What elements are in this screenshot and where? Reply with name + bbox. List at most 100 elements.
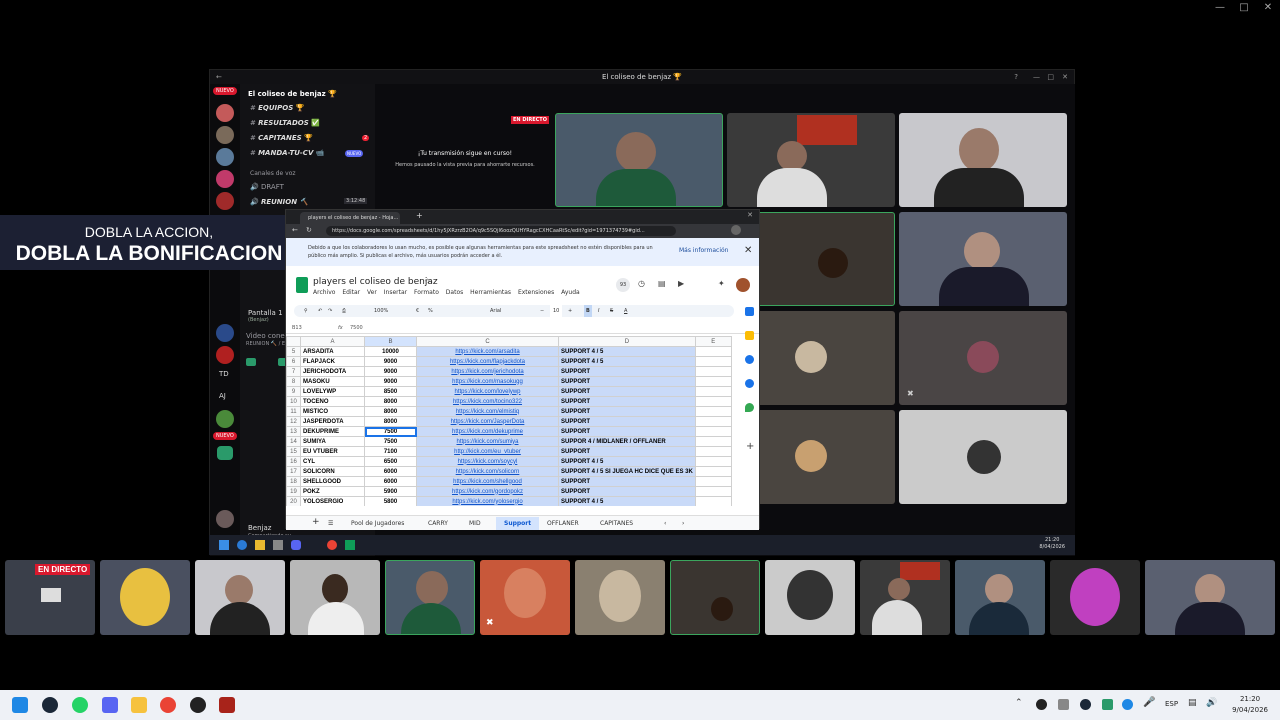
player-name-cell[interactable]: MISTICO [300,406,365,417]
bold-icon[interactable]: B [584,305,592,317]
menu-editar[interactable]: Editar [342,289,360,296]
video-tile[interactable] [899,212,1067,306]
server-icon[interactable] [216,192,234,210]
participant-tile-speaking[interactable] [385,560,475,635]
player-name-cell[interactable]: TOCENO [300,396,365,407]
column-header[interactable]: C [416,336,559,347]
all-sheets-icon[interactable]: ☰ [328,520,333,527]
server-label-td[interactable]: TD [219,370,229,378]
empty-cell[interactable] [694,486,732,497]
sheet-tab-mid[interactable]: MID [469,520,481,527]
row-number[interactable]: 9 [286,386,301,397]
kick-link-cell[interactable]: https://kick.com/jerichodota [416,366,559,377]
mmr-cell[interactable]: 7100 [364,446,417,457]
kick-link-cell[interactable]: https://kick.com/solicorn [416,466,559,477]
kick-link-cell[interactable]: https://kick.com/tocino322 [416,396,559,407]
profile-icon[interactable] [731,225,741,235]
obs-icon[interactable] [190,697,206,713]
currency-icon[interactable]: € [416,305,419,317]
close-icon[interactable]: ✕ [747,211,753,219]
video-tile[interactable] [555,113,723,207]
gemini-icon[interactable]: ✦ [718,279,725,288]
text-color-icon[interactable]: A [624,305,627,317]
empty-cell[interactable] [694,366,732,377]
channel-equipos[interactable]: # EQUIPOS 🏆 [250,104,304,112]
mmr-cell[interactable]: 7500 [364,436,417,447]
minimize-icon[interactable]: — [1033,70,1040,84]
video-tile[interactable] [899,410,1067,504]
participant-tile[interactable] [100,560,190,635]
mmr-cell[interactable]: 5900 [364,486,417,497]
row-number[interactable]: 15 [286,446,301,457]
scroll-left-icon[interactable]: ‹ [664,520,666,527]
server-icon[interactable] [216,324,234,342]
language-indicator[interactable]: ESP [1165,700,1178,708]
percent-icon[interactable]: % [428,305,433,317]
server-icon[interactable] [216,104,234,122]
column-header[interactable]: A [300,336,365,347]
role-cell[interactable]: SUPPORT [558,406,696,417]
font-size-input[interactable]: 10 [550,305,563,317]
participant-tile[interactable] [955,560,1045,635]
player-name-cell[interactable]: CYL [300,456,365,467]
empty-cell[interactable] [694,386,732,397]
menu-ver[interactable]: Ver [367,289,377,296]
role-cell[interactable]: SUPPORT 4 / 5 SI JUEGA HC DICE QUE ES 3K [558,466,696,477]
player-name-cell[interactable]: POKZ [300,486,365,497]
back-icon[interactable]: ← [292,226,298,234]
player-name-cell[interactable]: LOVELYWP [300,386,365,397]
player-name-cell[interactable]: SUMIYA [300,436,365,447]
camera-icon[interactable] [246,358,256,366]
row-number[interactable]: 18 [286,476,301,487]
empty-cell[interactable] [694,446,732,457]
menu-formato[interactable]: Formato [414,289,439,296]
row-number[interactable]: 16 [286,456,301,467]
mmr-cell[interactable]: 8000 [364,406,417,417]
kick-link-cell[interactable]: http://kick.com/eu_vtuber [416,446,559,457]
tasks-icon[interactable] [745,355,754,364]
kick-link-cell[interactable]: https://kick.com/sumiya [416,436,559,447]
channel-manda-tu-cv[interactable]: # MANDA-TU-CV 📹 [250,149,324,157]
row-number[interactable]: 13 [286,426,301,437]
history-icon[interactable]: ◷ [638,279,645,288]
calendar-icon[interactable] [745,307,754,316]
volume-icon[interactable]: 🔊 [1206,698,1217,708]
kick-link-cell[interactable]: https://kick.com/JasperDota [416,416,559,427]
reload-icon[interactable]: ↻ [306,226,312,234]
network-icon[interactable]: ▤ [1188,698,1197,708]
sheet-tab-pool[interactable]: Pool de Jugadores [351,520,404,527]
role-cell[interactable]: SUPPORT [558,426,696,437]
font-select[interactable]: Arial [490,305,501,317]
participant-tile[interactable] [860,560,950,635]
add-addon-icon[interactable]: + [746,441,754,452]
maximize-icon[interactable]: □ [1047,70,1054,84]
player-name-cell[interactable]: YOLOSERGIO [300,496,365,506]
tray-steam-icon[interactable] [1080,699,1091,710]
mmr-cell[interactable]: 9000 [364,366,417,377]
role-cell[interactable]: SUPPORT [558,476,696,487]
row-number[interactable]: 7 [286,366,301,377]
video-tile[interactable] [899,113,1067,207]
participant-tile[interactable] [575,560,665,635]
add-sheet-icon[interactable]: + [312,517,320,527]
sheet-tab-capitanes[interactable]: CAPITANES [600,520,633,527]
close-icon[interactable]: ✕ [1062,70,1068,84]
mmr-cell[interactable]: 10000 [364,346,417,357]
kick-link-cell[interactable]: https://kick.com/lovelywp [416,386,559,397]
kick-link-cell[interactable]: https://kick.com/elmistiq [416,406,559,417]
participant-tile[interactable] [1050,560,1140,635]
empty-cell[interactable] [694,426,732,437]
player-name-cell[interactable]: ARSADITA [300,346,365,357]
participant-tile[interactable]: ✖ [480,560,570,635]
back-icon[interactable]: ← [216,70,222,84]
row-number[interactable]: 17 [286,466,301,477]
kick-link-cell[interactable]: https://kick.com/gordopokz [416,486,559,497]
channel-capitanes[interactable]: # CAPITANES 🏆 [250,134,313,142]
empty-cell[interactable] [694,476,732,487]
steam-icon[interactable] [42,697,58,713]
voice-channel-reunion[interactable]: 🔊 REUNION 🔨 [250,198,308,206]
mmr-cell[interactable]: 7500 [364,426,417,437]
player-name-cell[interactable]: MASOKU [300,376,365,387]
kick-link-cell[interactable]: https://kick.com/flapjackdota [416,356,559,367]
zoom-select[interactable]: 100% [374,305,388,317]
